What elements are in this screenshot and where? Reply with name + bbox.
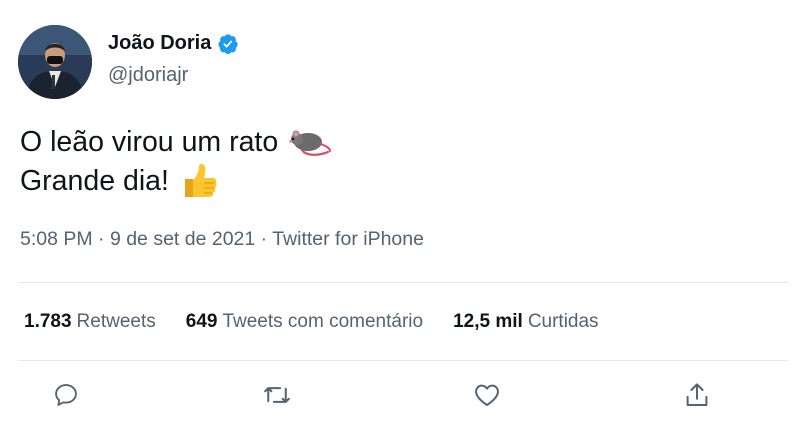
- divider: [18, 282, 788, 283]
- reply-icon: [55, 384, 77, 406]
- user-name[interactable]: João Doria: [108, 32, 211, 55]
- thumbs-up-emoji-icon: [184, 163, 217, 197]
- tweet-card: João Doria @jdoriajr O leão virou um rat…: [0, 0, 800, 445]
- like-button[interactable]: [470, 378, 504, 412]
- tweet-stats: 1.783 Retweets 649 Tweets com comentário 1…: [24, 311, 599, 333]
- retweet-icon: [264, 387, 290, 403]
- quotes-stat[interactable]: 649 Tweets com comentário: [186, 311, 423, 333]
- reply-button[interactable]: [49, 378, 83, 412]
- retweet-button[interactable]: [260, 378, 294, 412]
- quotes-label: Tweets com comentário: [222, 311, 424, 332]
- tweet-line-2-text: Grande dia!: [20, 165, 169, 197]
- likes-count: 12,5 mil: [453, 311, 523, 332]
- retweets-label: Retweets: [76, 311, 156, 332]
- display-name[interactable]: João Doria: [108, 32, 239, 55]
- avatar[interactable]: [18, 25, 92, 99]
- divider: [18, 360, 788, 361]
- retweets-stat[interactable]: 1.783 Retweets: [24, 311, 156, 333]
- likes-label: Curtidas: [527, 311, 599, 332]
- tweet-actions: [0, 378, 800, 418]
- quotes-count: 649: [185, 311, 218, 332]
- likes-stat[interactable]: 12,5 mil Curtidas: [453, 311, 598, 333]
- tweet-line-1-text: O leão virou um rato: [20, 126, 279, 158]
- verified-badge-icon: [218, 33, 238, 54]
- like-icon: [475, 384, 499, 406]
- profile-photo: [18, 25, 92, 99]
- tweet-metadata: 5:08 PM · 9 de set de 2021 · Twitter for…: [20, 228, 424, 251]
- tweet-line-2: Grande dia!: [20, 161, 332, 201]
- tweet-line-1: O leão virou um rato: [20, 123, 332, 161]
- share-button[interactable]: [680, 378, 714, 412]
- tweet-text: O leão virou um rato Grande dia!: [20, 123, 332, 201]
- retweets-count: 1.783: [24, 311, 72, 332]
- share-icon: [686, 383, 708, 406]
- rat-emoji-icon: [289, 130, 332, 156]
- timestamp[interactable]: 5:08 PM · 9 de set de 2021 ·: [20, 228, 272, 250]
- tweet-source[interactable]: Twitter for iPhone: [272, 228, 424, 250]
- user-handle[interactable]: @jdoriajr: [108, 64, 188, 87]
